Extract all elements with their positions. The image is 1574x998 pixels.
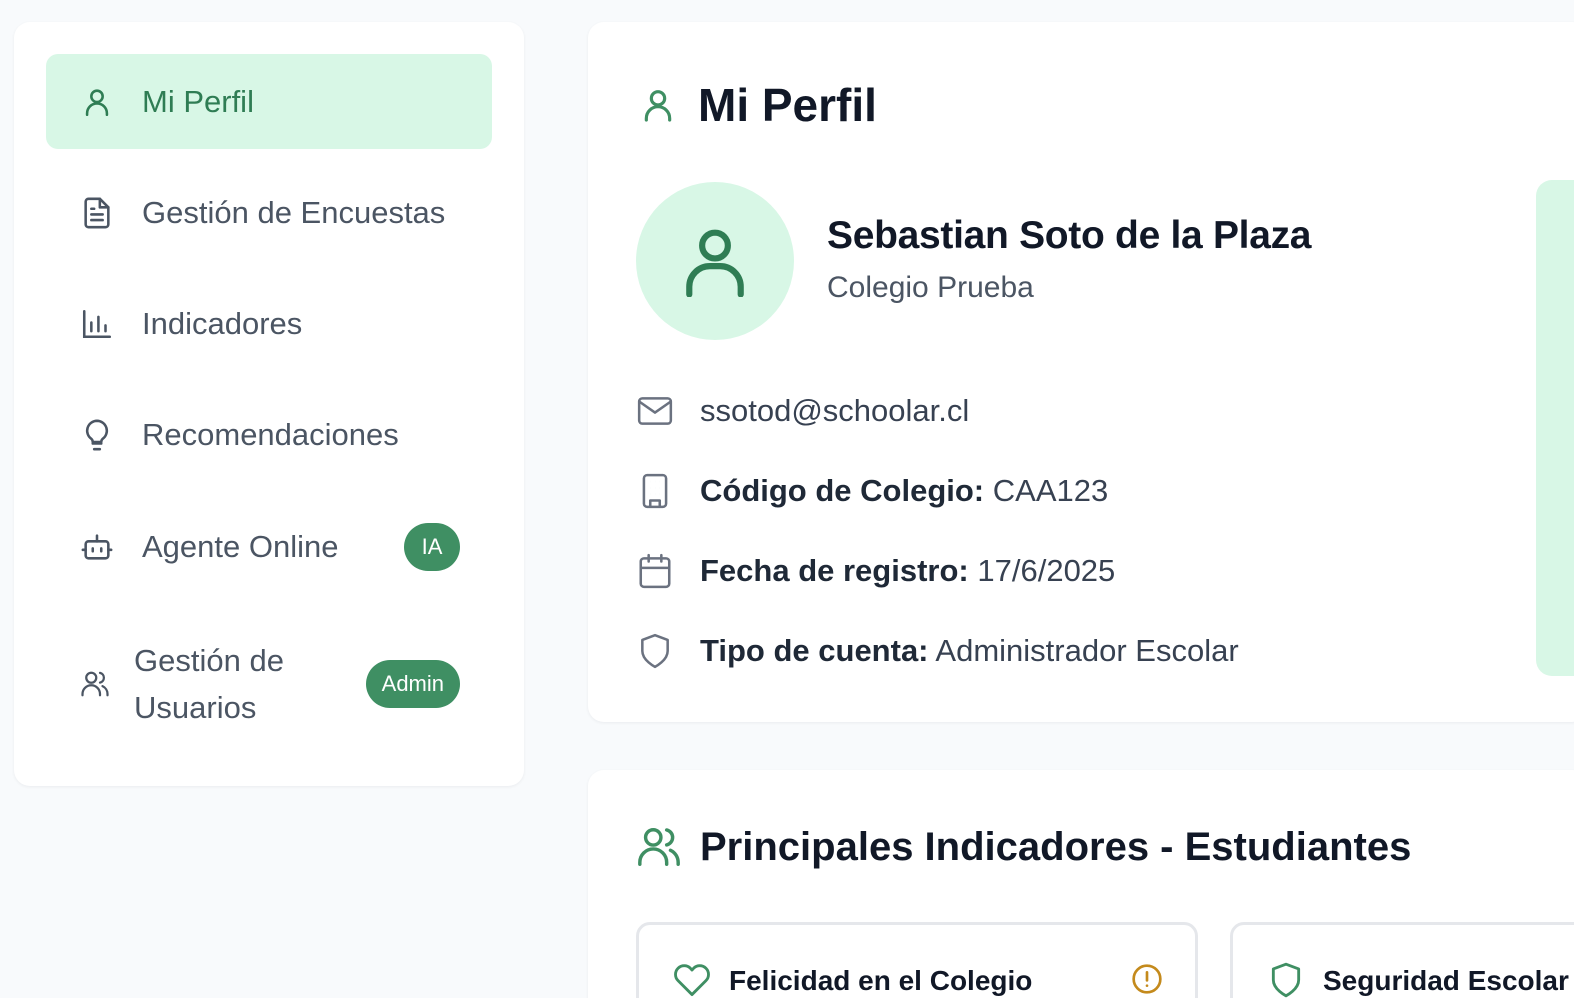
sidebar-item-label: Indicadores xyxy=(142,305,303,341)
profile-card: Mi Perfil Sebastian Soto de la Plaza Col… xyxy=(588,22,1574,722)
sidebar-item-label: Recomendaciones xyxy=(142,416,399,452)
building-icon xyxy=(642,473,668,509)
school-code-value: CAA123 xyxy=(992,473,1109,508)
ia-badge: IA xyxy=(404,522,460,571)
sidebar-item-recomendaciones[interactable]: Recomendaciones xyxy=(46,387,492,482)
bar-chart-icon xyxy=(82,309,112,338)
alert-circle-icon xyxy=(1132,964,1162,994)
school-code-label: Código de Colegio: xyxy=(700,473,985,508)
indicator-card-seguridad[interactable]: Seguridad Escolar xyxy=(1230,922,1574,998)
lightbulb-icon xyxy=(85,419,109,450)
sidebar-item-mi-perfil[interactable]: Mi Perfil xyxy=(46,54,492,149)
admin-badge: Admin xyxy=(365,660,460,708)
school-code-row: Código de Colegio: CAA123 xyxy=(636,472,1108,510)
users-icon xyxy=(81,671,109,697)
indicator-label: Seguridad Escolar xyxy=(1323,965,1569,996)
account-type-label: Tipo de cuenta: xyxy=(700,633,929,668)
indicators-heading: Principales Indicadores - Estudiantes xyxy=(636,824,1411,870)
email-value: ssotod@schoolar.cl xyxy=(700,393,970,428)
users-icon xyxy=(638,828,680,866)
calendar-icon xyxy=(639,553,671,589)
email-row: ssotod@schoolar.cl xyxy=(636,392,969,430)
page-title: Mi Perfil xyxy=(698,79,877,131)
sidebar-item-agente-online[interactable]: Agente Online IA xyxy=(46,499,492,594)
sidebar-item-label: Gestión de Usuarios xyxy=(134,643,284,725)
account-type-row: Tipo de cuenta: Administrador Escolar xyxy=(636,632,1239,670)
shield-icon xyxy=(1271,962,1301,998)
registration-value: 17/6/2025 xyxy=(977,553,1116,588)
indicator-label: Felicidad en el Colegio xyxy=(729,965,1033,996)
sidebar-item-label: Agente Online xyxy=(142,528,339,564)
user-icon xyxy=(644,90,672,122)
sidebar-item-label: Mi Perfil xyxy=(142,83,254,119)
sidebar-item-label: Gestión de Encuestas xyxy=(142,194,446,230)
registration-label: Fecha de registro: xyxy=(700,553,969,588)
sidebar: Mi Perfil Gestión de Encuestas Indicador… xyxy=(14,22,524,786)
indicator-card-felicidad[interactable]: Felicidad en el Colegio xyxy=(636,922,1198,998)
profile-heading: Mi Perfil xyxy=(638,78,877,132)
avatar xyxy=(636,182,794,340)
user-icon xyxy=(686,229,744,297)
user-name: Sebastian Soto de la Plaza xyxy=(827,214,1312,257)
shield-icon xyxy=(641,633,669,669)
indicators-title: Principales Indicadores - Estudiantes xyxy=(700,824,1412,869)
registration-row: Fecha de registro: 17/6/2025 xyxy=(636,552,1115,590)
sidebar-item-gestion-usuarios[interactable]: Gestión de Usuarios Admin xyxy=(46,622,492,746)
sidebar-item-gestion-encuestas[interactable]: Gestión de Encuestas xyxy=(46,165,492,260)
user-icon xyxy=(85,88,109,116)
heart-icon xyxy=(674,964,710,996)
mail-icon xyxy=(637,397,673,425)
sidebar-item-indicadores[interactable]: Indicadores xyxy=(46,276,492,371)
indicators-card: Principales Indicadores - Estudiantes Fe… xyxy=(588,770,1574,998)
user-school: Colegio Prueba xyxy=(827,271,1034,304)
document-icon xyxy=(84,197,110,228)
robot-icon xyxy=(81,533,113,560)
account-type-value: Administrador Escolar xyxy=(935,633,1239,668)
side-panel xyxy=(1536,180,1574,676)
